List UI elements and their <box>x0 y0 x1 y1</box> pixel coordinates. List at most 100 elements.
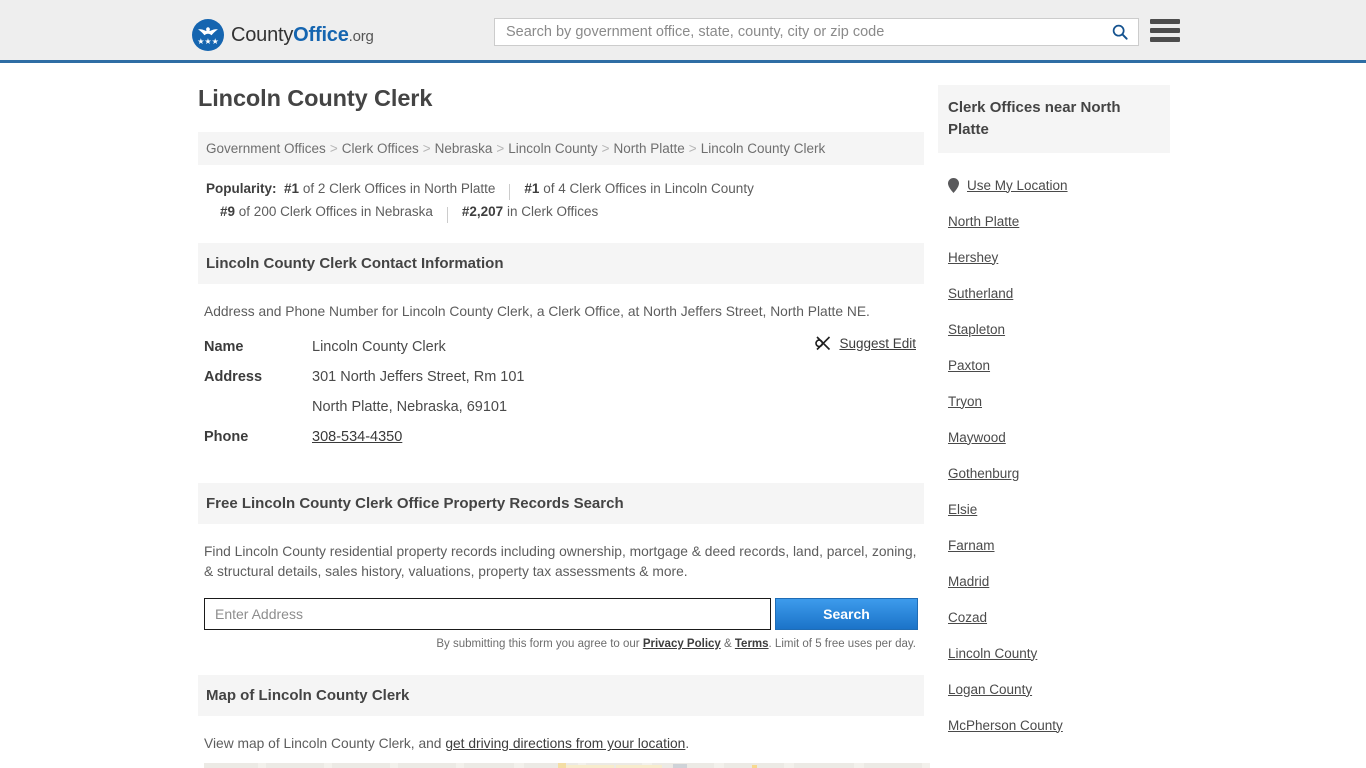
popularity-rank-north-platte: #1 of 2 Clerk Offices in North Platte <box>284 177 495 200</box>
address-input[interactable] <box>204 598 771 630</box>
sidebar-link[interactable]: Sutherland <box>948 286 1013 301</box>
popularity-rank-text: of 4 Clerk Offices in Lincoln County <box>543 181 754 196</box>
popularity-rank-value: #1 <box>524 181 540 196</box>
map-intro-text: View map of Lincoln County Clerk, and ge… <box>204 736 918 751</box>
breadcrumb-item-lincoln-county[interactable]: Lincoln County <box>508 141 597 156</box>
property-search-button[interactable]: Search <box>775 598 918 630</box>
pencil-edit-icon <box>815 336 831 351</box>
popularity-row-2: #9 of 200 Clerk Offices in Nebraska #2,2… <box>206 200 916 223</box>
sidebar-item-farnam[interactable]: Farnam <box>938 527 1170 563</box>
records-panel-body: Find Lincoln County residential property… <box>198 524 924 652</box>
popularity-divider <box>446 206 448 223</box>
suggest-edit-label: Suggest Edit <box>839 336 916 351</box>
sidebar-link[interactable]: Logan County <box>948 682 1032 697</box>
sidebar-link[interactable]: Stapleton <box>948 322 1005 337</box>
sidebar-link[interactable]: Lincoln County <box>948 646 1037 661</box>
contact-description: Address and Phone Number for Lincoln Cou… <box>204 304 870 319</box>
sidebar-link[interactable]: Farnam <box>948 538 995 553</box>
contact-row-address: Address 301 North Jeffers Street, Rm 101 <box>204 362 918 392</box>
records-panel-heading: Free Lincoln County Clerk Office Propert… <box>198 483 924 524</box>
contact-panel-heading: Lincoln County Clerk Contact Information <box>198 243 924 284</box>
sidebar-item-logan-county[interactable]: Logan County <box>938 671 1170 707</box>
eagle-seal-icon: ★★★ <box>192 19 224 51</box>
breadcrumb-item-lincoln-county-clerk[interactable]: Lincoln County Clerk <box>701 141 826 156</box>
sidebar-link[interactable]: Madrid <box>948 574 989 589</box>
breadcrumb-item-government-offices[interactable]: Government Offices <box>206 141 326 156</box>
suggest-edit-button[interactable]: Suggest Edit <box>815 335 916 352</box>
privacy-policy-link[interactable]: Privacy Policy <box>643 638 721 650</box>
popularity-rank-text: in Clerk Offices <box>506 204 599 219</box>
contact-key-name: Name <box>204 339 244 355</box>
sidebar-item-mcpherson-county[interactable]: McPherson County <box>938 707 1170 743</box>
sidebar-item-tryon[interactable]: Tryon <box>938 383 1170 419</box>
hamburger-bar <box>1150 19 1180 24</box>
contact-key-address: Address <box>204 369 263 385</box>
sidebar-heading: Clerk Offices near North Platte <box>938 85 1170 153</box>
sidebar-item-gothenburg[interactable]: Gothenburg <box>938 455 1170 491</box>
sidebar-link[interactable]: Gothenburg <box>948 466 1019 481</box>
map-panel-heading: Map of Lincoln County Clerk <box>198 675 924 716</box>
sidebar-item-cozad[interactable]: Cozad <box>938 599 1170 635</box>
popularity-rank-value: #1 <box>284 181 300 196</box>
contact-value-address-line1: 301 North Jeffers Street, Rm 101 <box>312 369 525 385</box>
map-panel: Map of Lincoln County Clerk View map of … <box>198 675 930 768</box>
eagle-glyph <box>198 27 218 36</box>
sidebar-item-lincoln-county[interactable]: Lincoln County <box>938 635 1170 671</box>
search-input[interactable] <box>503 23 1110 41</box>
logo-text-county: County <box>231 23 294 46</box>
sidebar-item-maywood[interactable]: Maywood <box>938 419 1170 455</box>
contact-rows: Suggest Edit Name Lincoln County Clerk A… <box>204 332 918 452</box>
property-records-panel: Free Lincoln County Clerk Office Propert… <box>198 483 924 652</box>
breadcrumb-separator: > <box>496 141 505 156</box>
site-logo[interactable]: ★★★ CountyOffice.org <box>192 19 374 51</box>
sidebar-item-hershey[interactable]: Hershey <box>938 239 1170 275</box>
hamburger-menu-icon[interactable] <box>1150 19 1180 42</box>
popularity-rank-text: of 2 Clerk Offices in North Platte <box>302 181 496 196</box>
breadcrumb-item-nebraska[interactable]: Nebraska <box>435 141 493 156</box>
global-search-box[interactable] <box>494 18 1139 46</box>
hamburger-bar <box>1150 28 1180 33</box>
map-intro-pre: View map of Lincoln County Clerk, and <box>204 736 446 751</box>
contact-row-address-line2: North Platte, Nebraska, 69101 <box>204 392 918 422</box>
popularity-rank-lincoln-county: #1 of 4 Clerk Offices in Lincoln County <box>524 177 753 200</box>
phone-link[interactable]: 308-534-4350 <box>312 429 402 445</box>
terms-link[interactable]: Terms <box>735 638 769 650</box>
sidebar-item-use-my-location[interactable]: Use My Location <box>938 167 1170 203</box>
sidebar-link[interactable]: North Platte <box>948 214 1019 229</box>
breadcrumb-item-north-platte[interactable]: North Platte <box>614 141 685 156</box>
three-stars-glyph: ★★★ <box>197 37 219 46</box>
sidebar-item-sutherland[interactable]: Sutherland <box>938 275 1170 311</box>
driving-directions-link[interactable]: get driving directions from your locatio… <box>445 736 685 751</box>
sidebar-link[interactable]: Elsie <box>948 502 977 517</box>
sidebar-link[interactable]: Hershey <box>948 250 998 265</box>
sidebar-link[interactable]: McPherson County <box>948 718 1063 733</box>
map-embed[interactable]: Russ Jones Law The Connection - No A Lin… <box>204 763 930 768</box>
sidebar-link[interactable]: Paxton <box>948 358 990 373</box>
popularity-rank-text: of 200 Clerk Offices in Nebraska <box>238 204 433 219</box>
site-header: ★★★ CountyOffice.org <box>0 0 1366 63</box>
sidebar-use-my-location-label[interactable]: Use My Location <box>967 178 1068 193</box>
breadcrumb-separator: > <box>688 141 697 156</box>
sidebar-link[interactable]: Maywood <box>948 430 1006 445</box>
popularity-rank-overall: #2,207 in Clerk Offices <box>462 200 598 223</box>
sidebar-item-north-platte[interactable]: North Platte <box>938 203 1170 239</box>
sidebar: Clerk Offices near North Platte Use My L… <box>938 85 1170 743</box>
popularity-label: Popularity: <box>206 181 277 196</box>
breadcrumb-separator: > <box>329 141 338 156</box>
contact-row-name: Name Lincoln County Clerk <box>204 332 918 362</box>
sidebar-item-stapleton[interactable]: Stapleton <box>938 311 1170 347</box>
sidebar-link[interactable]: Cozad <box>948 610 987 625</box>
sidebar-link[interactable]: Tryon <box>948 394 982 409</box>
page-title: Lincoln County Clerk <box>198 85 433 111</box>
search-icon[interactable] <box>1110 22 1130 42</box>
site-logo-text: CountyOffice.org <box>231 24 374 47</box>
sidebar-item-elsie[interactable]: Elsie <box>938 491 1170 527</box>
breadcrumb: Government Offices > Clerk Offices > Nebrask… <box>198 132 924 165</box>
sidebar-item-madrid[interactable]: Madrid <box>938 563 1170 599</box>
disclaimer-post: . Limit of 5 free uses per day. <box>768 638 916 650</box>
sidebar-item-paxton[interactable]: Paxton <box>938 347 1170 383</box>
contact-row-phone: Phone 308-534-4350 <box>204 422 918 452</box>
breadcrumb-item-clerk-offices[interactable]: Clerk Offices <box>342 141 419 156</box>
disclaimer-pre: By submitting this form you agree to our <box>436 638 643 650</box>
sidebar-list: Use My Location North Platte Hershey Sut… <box>938 153 1170 743</box>
